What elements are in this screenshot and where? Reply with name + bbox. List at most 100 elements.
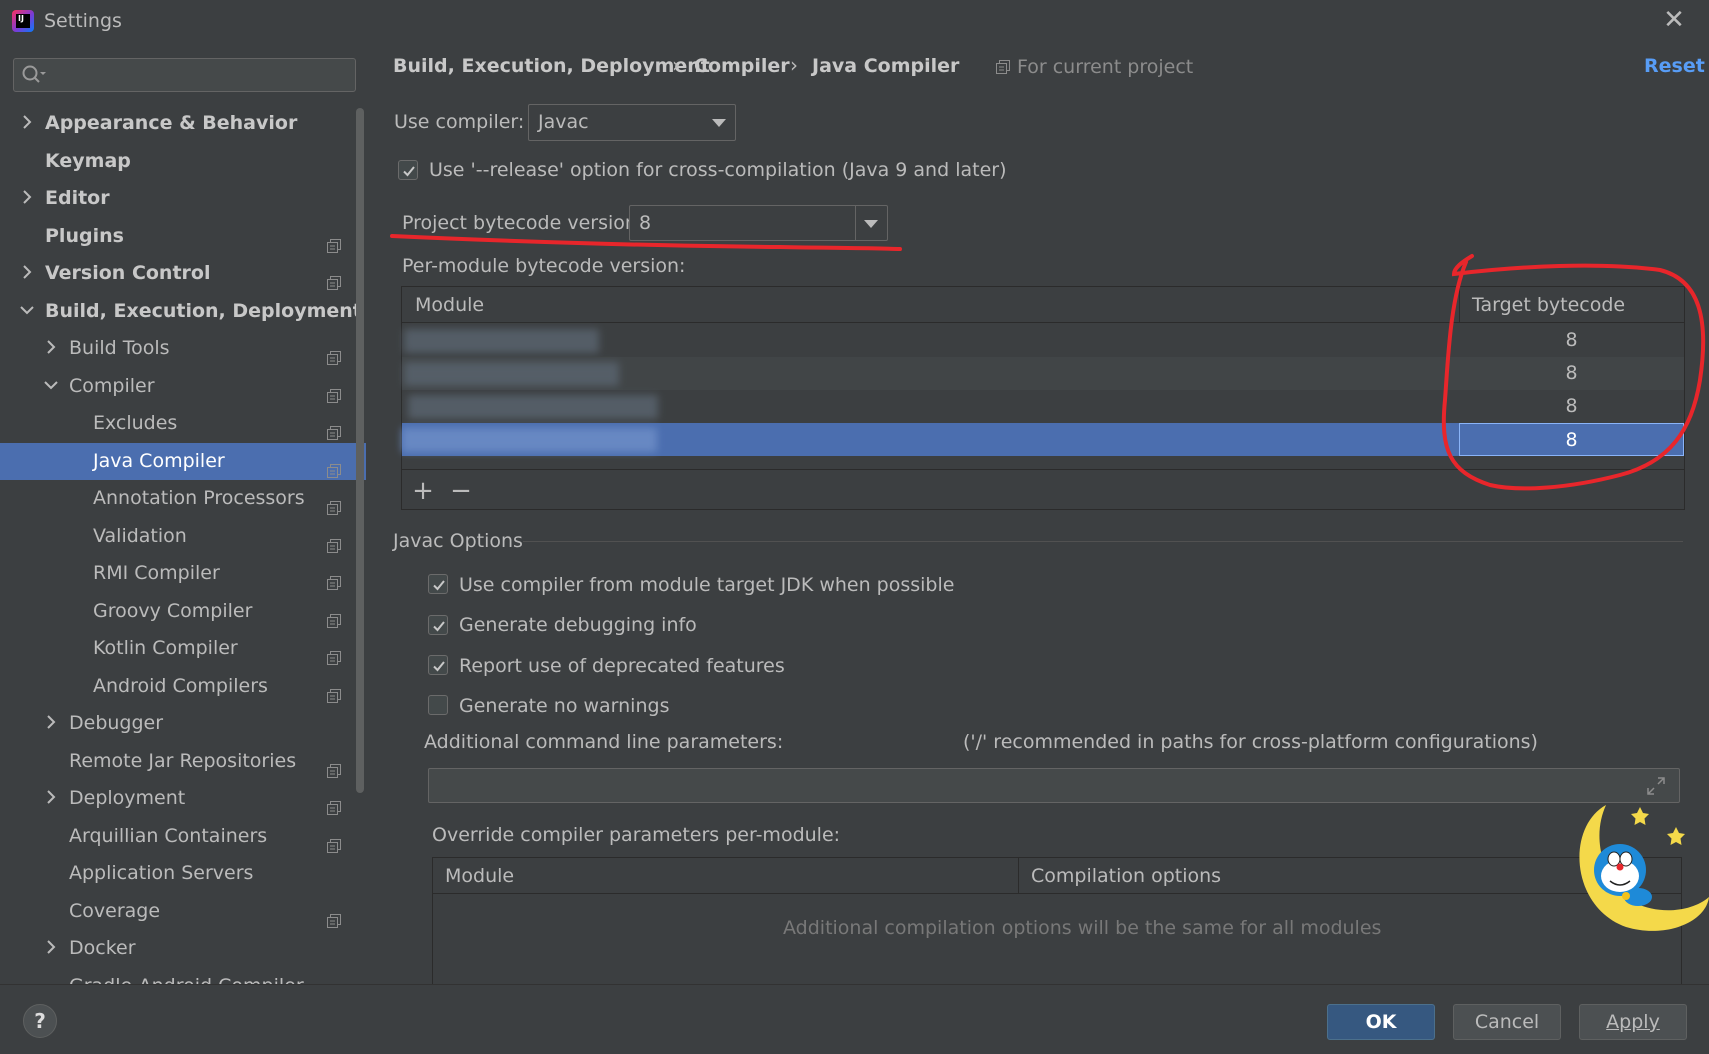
sidebar-item-android-compilers[interactable]: Android Compilers (0, 668, 366, 705)
sidebar-item-rmi-compiler[interactable]: RMI Compiler (0, 555, 366, 592)
chevron-down-icon[interactable] (44, 368, 58, 405)
ok-button[interactable]: OK (1327, 1004, 1435, 1040)
project-scope-icon (327, 416, 341, 440)
sidebar-item-plugins[interactable]: Plugins (0, 218, 366, 255)
sidebar-item-debugger[interactable]: Debugger (0, 705, 366, 742)
override-params-label: Override compiler parameters per-module: (432, 824, 841, 846)
sidebar-item-label: Validation (93, 525, 187, 547)
chevron-right-icon[interactable] (44, 780, 58, 817)
project-scope-icon (327, 229, 341, 253)
sidebar-item-label: Plugins (45, 225, 124, 247)
sidebar-item-label: Appearance & Behavior (45, 112, 298, 134)
sidebar-item-arquillian-containers[interactable]: Arquillian Containers (0, 818, 366, 855)
module-target-jdk-checkbox[interactable] (428, 574, 448, 594)
sidebar-item-editor[interactable]: Editor (0, 180, 366, 217)
cmdline-params-label: Additional command line parameters: (424, 731, 784, 753)
redacted-module-name (404, 329, 599, 353)
sidebar-item-label: Gradle-Android Compiler (69, 968, 304, 985)
project-bytecode-select[interactable]: 8 (629, 205, 888, 241)
sidebar-item-kotlin-compiler[interactable]: Kotlin Compiler (0, 630, 366, 667)
sidebar-item-docker[interactable]: Docker (0, 930, 366, 967)
search-input[interactable] (13, 58, 356, 92)
sidebar-item-label: Java Compiler (93, 450, 225, 472)
chevron-right-icon[interactable] (44, 705, 58, 742)
override-empty-text: Additional compilation options will be t… (783, 917, 1382, 939)
deprecated-features-checkbox[interactable] (428, 655, 448, 675)
chevron-down-icon (864, 220, 878, 228)
reset-link[interactable]: Reset (1644, 55, 1705, 77)
cancel-button[interactable]: Cancel (1453, 1004, 1561, 1040)
project-scope-icon (327, 529, 341, 553)
chevron-right-icon[interactable] (44, 930, 58, 967)
sidebar-item-validation[interactable]: Validation (0, 518, 366, 555)
release-option-label: Use '--release' option for cross-compila… (429, 159, 1007, 181)
chevron-right-icon[interactable] (44, 330, 58, 367)
table-row[interactable]: 8 (402, 324, 1684, 357)
close-icon[interactable]: ✕ (1660, 6, 1688, 34)
apply-button[interactable]: Apply (1579, 1004, 1687, 1040)
sidebar-item-appearance-behavior[interactable]: Appearance & Behavior (0, 105, 366, 142)
per-module-label: Per-module bytecode version: (402, 255, 686, 277)
no-warnings-label: Generate no warnings (459, 695, 670, 717)
add-icon[interactable]: + (411, 478, 435, 504)
window-title: Settings (44, 10, 122, 32)
debugging-info-checkbox[interactable] (428, 615, 448, 635)
sidebar-item-version-control[interactable]: Version Control (0, 255, 366, 292)
chevron-right-icon[interactable] (20, 180, 34, 217)
sidebar-item-label: Build, Execution, Deployment (45, 300, 362, 322)
sidebar-item-keymap[interactable]: Keymap (0, 143, 366, 180)
sidebar-item-gradle-android-compiler[interactable]: Gradle-Android Compiler (0, 968, 366, 985)
target-version-cell[interactable]: 8 (1459, 390, 1684, 423)
sidebar-scrollbar[interactable] (356, 108, 364, 793)
chevron-right-icon[interactable] (20, 105, 34, 142)
target-version-cell-editing[interactable]: 8 (1459, 423, 1684, 456)
sidebar-item-build-tools[interactable]: Build Tools (0, 330, 366, 367)
sidebar-item-label: Remote Jar Repositories (69, 750, 297, 772)
sidebar-item-groovy-compiler[interactable]: Groovy Compiler (0, 593, 366, 630)
table-row-selected[interactable]: 8 (402, 423, 1684, 456)
cmdline-params-input[interactable] (428, 768, 1680, 803)
help-button[interactable]: ? (23, 1004, 57, 1038)
sidebar-item-label: Android Compilers (93, 675, 268, 697)
sidebar-item-build-execution-deployment[interactable]: Build, Execution, Deployment (0, 293, 366, 330)
chevron-down-icon[interactable] (20, 293, 34, 330)
sidebar-item-java-compiler[interactable]: Java Compiler (0, 443, 366, 480)
table-row[interactable]: 8 (402, 357, 1684, 390)
sidebar-item-deployment[interactable]: Deployment (0, 780, 366, 817)
use-compiler-select[interactable]: Javac (528, 104, 736, 141)
sidebar-item-excludes[interactable]: Excludes (0, 405, 366, 442)
project-scope-icon (327, 379, 341, 403)
sidebar-item-label: Docker (69, 937, 136, 959)
module-bytecode-table: Module Target bytecode version 8 8 8 8 +… (401, 286, 1685, 510)
chevron-down-icon (712, 119, 726, 127)
expand-icon[interactable] (1647, 777, 1665, 795)
sidebar-item-compiler[interactable]: Compiler (0, 368, 366, 405)
sidebar-item-label: Version Control (45, 262, 211, 284)
sidebar-item-application-servers[interactable]: Application Servers (0, 855, 366, 892)
sidebar-item-label: Debugger (69, 712, 164, 734)
column-header-module[interactable]: Module (402, 287, 1460, 323)
cmdline-params-hint: ('/' recommended in paths for cross-plat… (963, 731, 1538, 753)
breadcrumb-build: Build, Execution, Deployment (393, 55, 710, 77)
javac-options-title: Javac Options (393, 530, 523, 552)
breadcrumb-java-compiler: Java Compiler (812, 55, 960, 77)
remove-icon[interactable]: − (449, 478, 473, 504)
column-header-target-version[interactable]: Target bytecode version (1460, 287, 1684, 352)
column-header-module[interactable]: Module (433, 858, 1019, 894)
sidebar-item-remote-jar-repositories[interactable]: Remote Jar Repositories (0, 743, 366, 780)
no-warnings-checkbox[interactable] (428, 695, 448, 715)
table-row[interactable]: 8 (402, 390, 1684, 423)
project-scope-icon (327, 904, 341, 928)
sidebar-item-coverage[interactable]: Coverage (0, 893, 366, 930)
sidebar-item-label: Groovy Compiler (93, 600, 253, 622)
sidebar-item-annotation-processors[interactable]: Annotation Processors (0, 480, 366, 517)
chevron-right-icon[interactable] (20, 255, 34, 292)
target-version-cell[interactable]: 8 (1459, 324, 1684, 357)
target-version-cell[interactable]: 8 (1459, 357, 1684, 390)
cartoon-sticker-image (1566, 797, 1709, 940)
project-scope-icon (327, 791, 341, 815)
project-scope-icon (327, 829, 341, 853)
dropdown-button[interactable] (855, 206, 887, 240)
release-option-checkbox[interactable] (398, 160, 418, 180)
redacted-module-name (402, 428, 657, 452)
